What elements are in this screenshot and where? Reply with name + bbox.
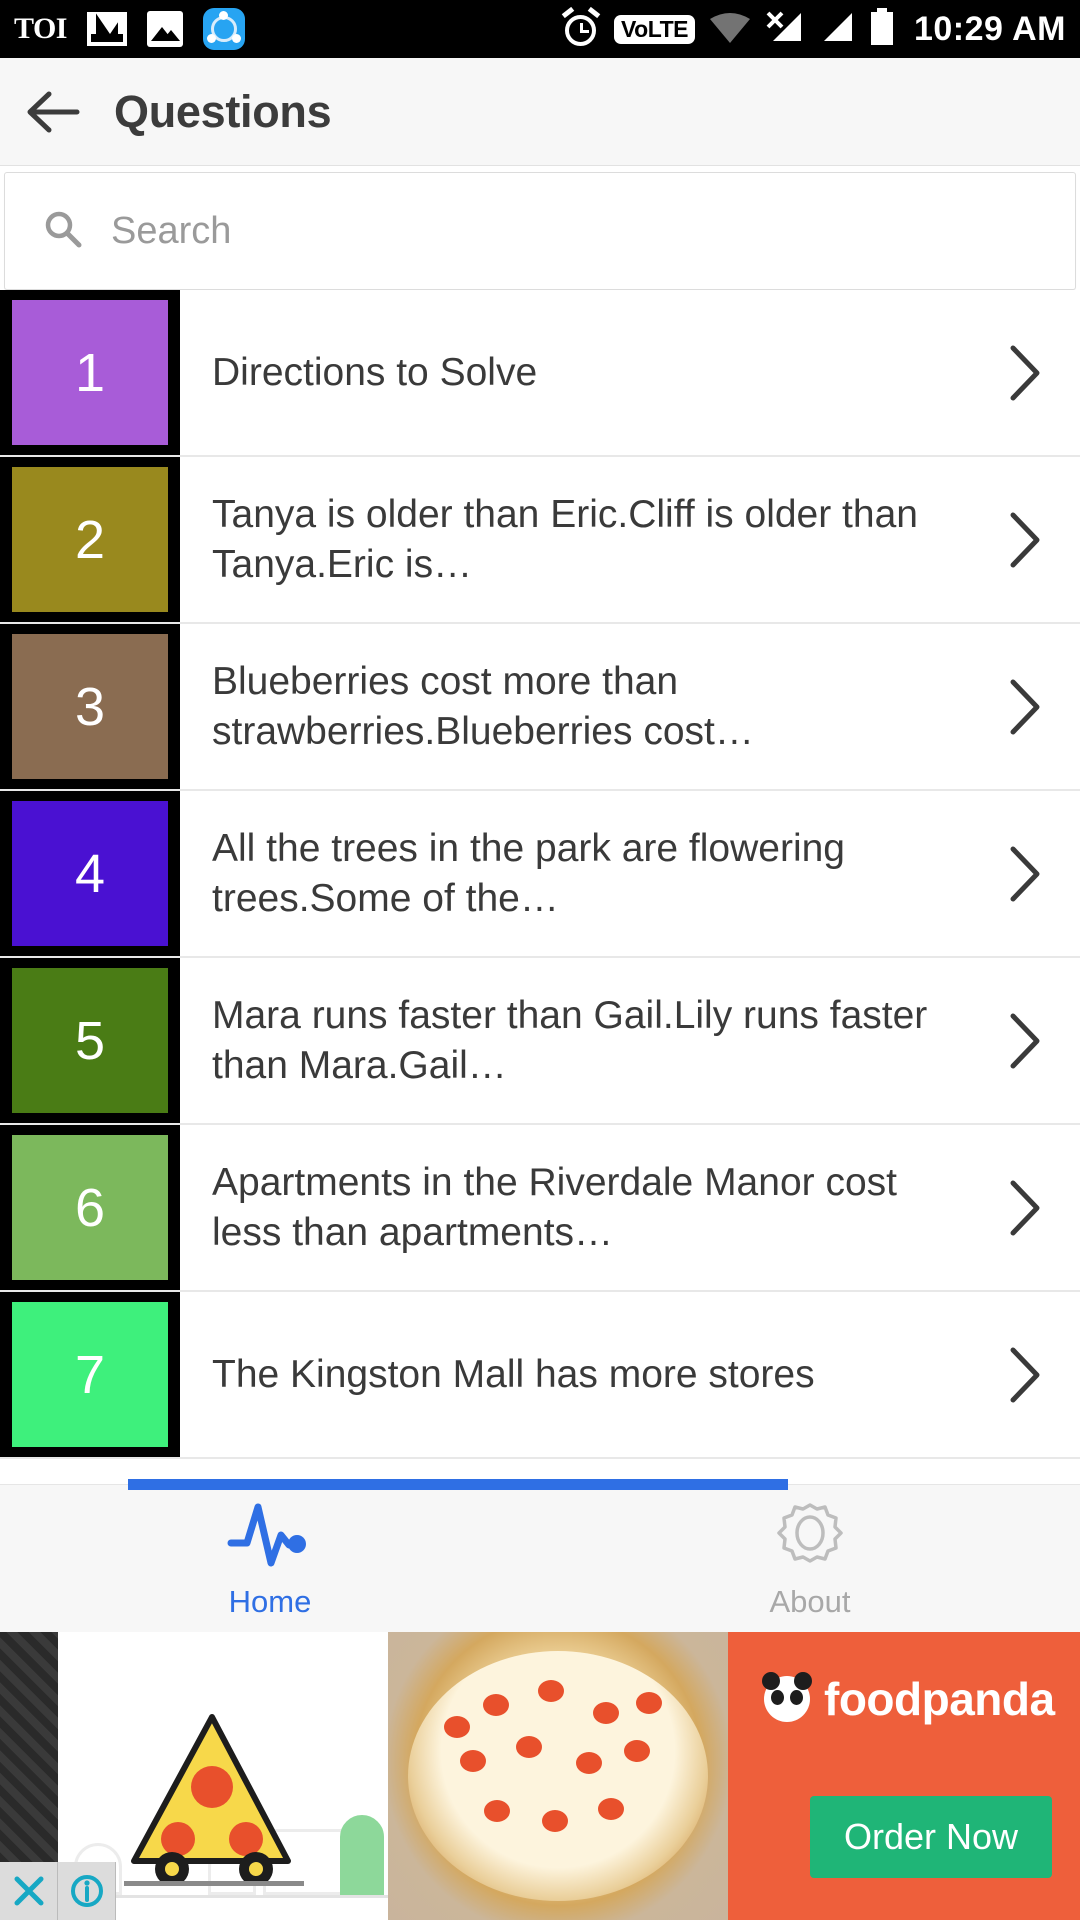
volte-icon: VoLTE	[614, 14, 695, 44]
ad-brand-panel: foodpanda Order Now	[728, 1632, 1080, 1920]
panda-icon	[762, 1672, 812, 1722]
page-title: Questions	[114, 85, 332, 137]
question-row-body: Apartments in the Riverdale Manor cost l…	[180, 1125, 1080, 1290]
toi-icon: TOI	[14, 12, 67, 45]
chevron-right-icon[interactable]	[994, 509, 1054, 571]
ad-banner[interactable]: foodpanda Order Now	[0, 1632, 1080, 1920]
question-row-body: Directions to Solve	[180, 290, 1080, 455]
search-icon	[43, 209, 83, 254]
back-arrow-icon[interactable]	[22, 81, 84, 143]
ad-brand-name: foodpanda	[824, 1673, 1055, 1725]
pizza-car-icon	[116, 1709, 316, 1894]
question-row[interactable]: 3 Blueberries cost more than strawberries…	[0, 624, 1080, 791]
question-row[interactable]: 2 Tanya is older than Eric.Cliff is older…	[0, 457, 1080, 624]
question-title: Directions to Solve	[212, 350, 538, 394]
wifi-icon	[708, 9, 752, 50]
battery-icon	[869, 7, 895, 51]
photos-icon	[146, 11, 183, 47]
question-number-badge: 3	[12, 634, 168, 779]
question-number-holder: 7	[0, 1292, 180, 1457]
question-number-holder: 2	[0, 457, 180, 622]
question-row[interactable]: 6 Apartments in the Riverdale Manor cost …	[0, 1125, 1080, 1292]
chevron-right-icon[interactable]	[994, 1010, 1054, 1072]
question-title: Blueberries cost more than strawberries.…	[212, 659, 754, 753]
question-number-badge: 1	[12, 300, 168, 445]
chevron-right-icon[interactable]	[994, 1344, 1054, 1406]
question-number-badge: 4	[12, 801, 168, 946]
question-title: Mara runs faster than Gail.Lily runs fas…	[212, 993, 928, 1087]
ad-pizza-photo	[388, 1632, 728, 1920]
chevron-right-icon[interactable]	[994, 342, 1054, 404]
alarm-icon	[561, 6, 601, 49]
question-number-badge: 5	[12, 968, 168, 1113]
status-bar-clock: 10:29 AM	[913, 9, 1066, 48]
question-row[interactable]: 4 All the trees in the park are flowering…	[0, 791, 1080, 958]
chevron-right-icon[interactable]	[994, 843, 1054, 905]
question-number-holder: 3	[0, 624, 180, 789]
signal-icon	[818, 9, 856, 50]
question-row-body: Tanya is older than Eric.Cliff is older …	[180, 457, 1080, 622]
order-now-button[interactable]: Order Now	[810, 1796, 1053, 1878]
question-number-holder: 5	[0, 958, 180, 1123]
status-bar: TOI VoLTE 10:29 AM	[0, 0, 1080, 58]
question-title: Apartments in the Riverdale Manor cost l…	[212, 1160, 897, 1254]
signal-no-service-icon	[765, 9, 805, 50]
tab-about-label: About	[769, 1584, 851, 1619]
question-number-badge: 6	[12, 1135, 168, 1280]
ad-content: foodpanda Order Now	[58, 1632, 1080, 1920]
search-input[interactable]: Search	[4, 172, 1076, 290]
foodpanda-logo: foodpanda	[762, 1672, 1055, 1726]
question-row[interactable]: 1 Directions to Solve	[0, 290, 1080, 457]
search-container: Search	[0, 166, 1080, 290]
gmail-icon	[86, 12, 127, 46]
question-row-body: The Kingston Mall has more stores	[180, 1292, 1080, 1457]
tab-about[interactable]: About	[540, 1485, 1080, 1632]
app-root: TOI VoLTE 10:29 AM Questions Search 1 Di…	[0, 0, 1080, 1920]
close-icon[interactable]	[0, 1862, 58, 1920]
question-list: 1 Directions to Solve 2 Tanya is older than…	[0, 290, 1080, 1459]
question-title: All the trees in the park are flowering …	[212, 826, 845, 920]
status-bar-system-icons: VoLTE 10:29 AM	[561, 6, 1066, 51]
question-number-holder: 1	[0, 290, 180, 455]
ad-controls	[0, 1862, 116, 1920]
tab-home-label: Home	[228, 1584, 312, 1619]
question-row[interactable]: 7 The Kingston Mall has more stores	[0, 1292, 1080, 1459]
pulse-icon	[225, 1497, 315, 1578]
app-bar: Questions	[0, 58, 1080, 166]
question-number-holder: 6	[0, 1125, 180, 1290]
search-placeholder: Search	[111, 209, 232, 252]
question-row[interactable]: 5 Mara runs faster than Gail.Lily runs fa…	[0, 958, 1080, 1125]
status-bar-app-icons: TOI	[14, 8, 245, 50]
gear-icon	[770, 1497, 850, 1578]
shareit-icon	[202, 8, 245, 50]
tab-home[interactable]: Home	[0, 1485, 540, 1632]
question-row-body: Blueberries cost more than strawberries.…	[180, 624, 1080, 789]
question-title: Tanya is older than Eric.Cliff is older …	[212, 492, 918, 586]
chevron-right-icon[interactable]	[994, 1177, 1054, 1239]
chevron-right-icon[interactable]	[994, 676, 1054, 738]
info-icon[interactable]	[58, 1862, 116, 1920]
question-row-body: Mara runs faster than Gail.Lily runs fas…	[180, 958, 1080, 1123]
question-number-badge: 7	[12, 1302, 168, 1447]
bottom-navigation: Home About	[0, 1479, 1080, 1632]
question-row-body: All the trees in the park are flowering …	[180, 791, 1080, 956]
question-number-badge: 2	[12, 467, 168, 612]
question-number-holder: 4	[0, 791, 180, 956]
question-title: The Kingston Mall has more stores	[212, 1352, 815, 1396]
active-tab-indicator	[128, 1479, 788, 1490]
